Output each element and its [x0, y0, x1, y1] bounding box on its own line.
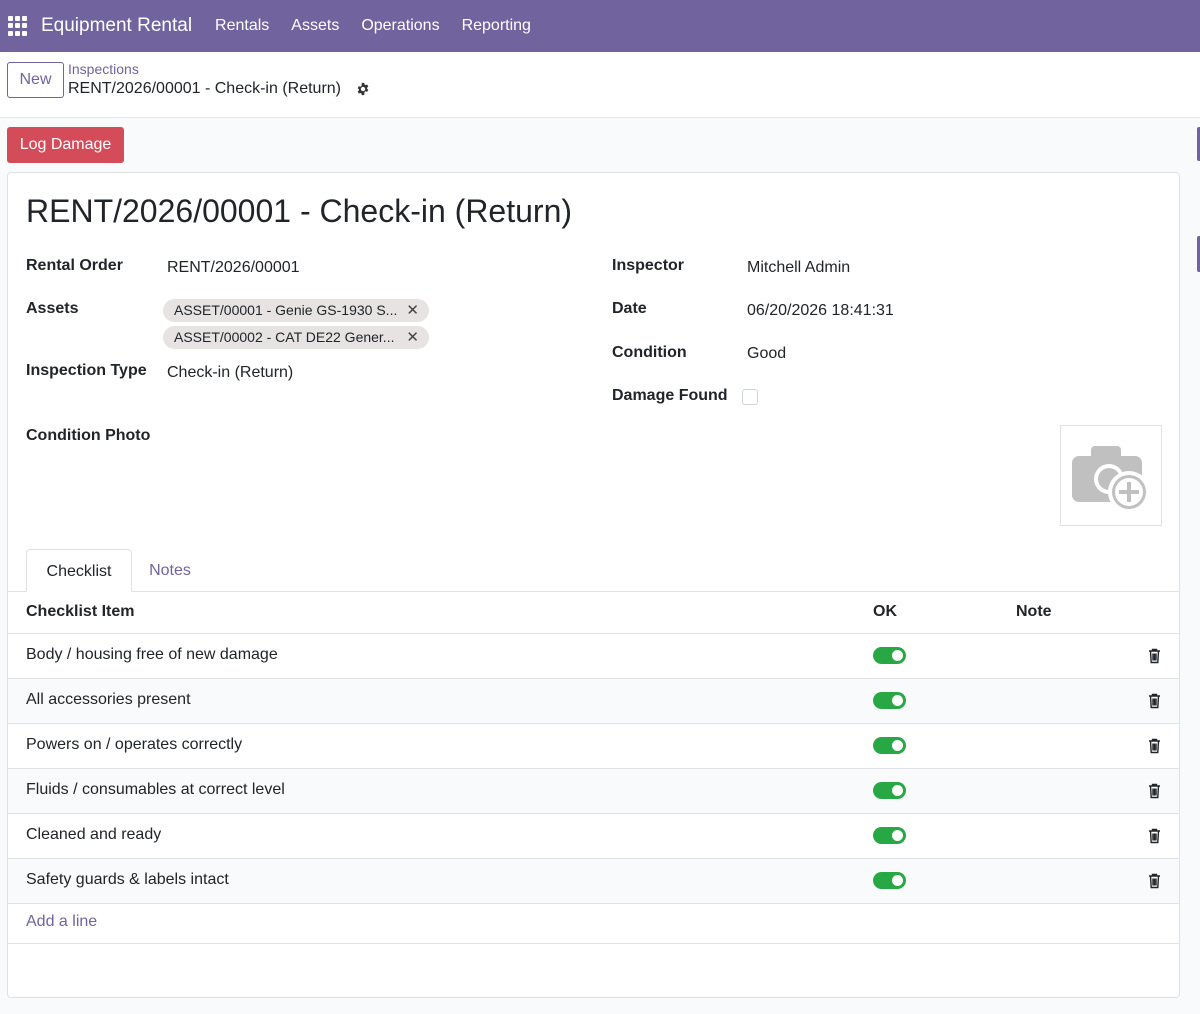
condition-label: Condition	[612, 344, 687, 361]
asset-tag[interactable]: ASSET/00002 - CAT DE22 Gener... ✕	[163, 326, 429, 349]
ok-toggle[interactable]	[873, 827, 906, 844]
trash-icon[interactable]	[1148, 873, 1161, 889]
app-grid-icon[interactable]	[8, 16, 28, 36]
column-header-note[interactable]: Note	[1016, 603, 1052, 621]
trash-icon[interactable]	[1148, 693, 1161, 709]
rental-order-label: Rental Order	[26, 257, 123, 274]
top-navbar: Equipment Rental Rentals Assets Operatio…	[0, 0, 1200, 52]
condition-photo-label: Condition Photo	[26, 427, 151, 444]
photo-upload[interactable]	[1060, 425, 1162, 526]
new-button[interactable]: New	[7, 62, 64, 98]
date-value[interactable]: 06/20/2026 18:41:31	[747, 302, 894, 320]
control-panel: New Inspections RENT/2026/00001 - Check-…	[0, 52, 1200, 118]
ok-toggle[interactable]	[873, 872, 906, 889]
menu-operations[interactable]: Operations	[350, 17, 450, 35]
rental-order-value[interactable]: RENT/2026/00001	[167, 259, 300, 277]
trash-icon[interactable]	[1148, 828, 1161, 844]
menu-assets[interactable]: Assets	[280, 17, 350, 35]
checklist-item-text[interactable]: Fluids / consumables at correct level	[26, 781, 285, 799]
inspection-type-label: Inspection Type	[26, 362, 147, 379]
asset-tag-label: ASSET/00002 - CAT DE22 Gener...	[174, 329, 395, 345]
asset-tag[interactable]: ASSET/00001 - Genie GS-1930 S... ✕	[163, 299, 429, 322]
app-brand[interactable]: Equipment Rental	[41, 15, 192, 37]
inspector-label: Inspector	[612, 257, 685, 274]
inspection-type-value[interactable]: Check-in (Return)	[167, 364, 293, 382]
remove-tag-icon[interactable]: ✕	[406, 299, 419, 322]
record-title: RENT/2026/00001 - Check-in (Return)	[26, 193, 573, 229]
table-row[interactable]: Body / housing free of new damage	[8, 634, 1179, 679]
breadcrumb-current: RENT/2026/00001 - Check-in (Return)	[68, 80, 342, 97]
checklist-item-text[interactable]: Body / housing free of new damage	[26, 646, 278, 664]
date-label: Date	[612, 300, 647, 317]
trash-icon[interactable]	[1148, 783, 1161, 799]
assets-label: Assets	[26, 300, 79, 317]
asset-tag-label: ASSET/00001 - Genie GS-1930 S...	[174, 302, 398, 318]
damage-found-label: Damage Found	[612, 387, 728, 404]
menu-reporting[interactable]: Reporting	[451, 17, 542, 35]
table-row[interactable]: All accessories present	[8, 679, 1179, 724]
add-line-link[interactable]: Add a line	[26, 913, 97, 931]
tab-checklist[interactable]: Checklist	[26, 549, 132, 592]
inspector-value[interactable]: Mitchell Admin	[747, 259, 850, 277]
trash-icon[interactable]	[1148, 648, 1161, 664]
ok-toggle[interactable]	[873, 782, 906, 799]
log-damage-button[interactable]: Log Damage	[7, 127, 124, 163]
checklist-item-text[interactable]: Powers on / operates correctly	[26, 736, 242, 754]
remove-tag-icon[interactable]: ✕	[406, 326, 419, 349]
table-row[interactable]: Cleaned and ready	[8, 814, 1179, 859]
column-header-ok[interactable]: OK	[873, 603, 897, 621]
add-line-row: Add a line	[8, 902, 1179, 944]
table-row[interactable]: Powers on / operates correctly	[8, 724, 1179, 769]
checklist-item-text[interactable]: Safety guards & labels intact	[26, 871, 229, 889]
tab-notes[interactable]: Notes	[136, 549, 204, 592]
breadcrumb-parent[interactable]: Inspections	[68, 61, 139, 77]
gear-icon[interactable]	[356, 82, 370, 96]
condition-value[interactable]: Good	[747, 345, 786, 363]
ok-toggle[interactable]	[873, 647, 906, 664]
table-row[interactable]: Safety guards & labels intact	[8, 859, 1179, 904]
ok-toggle[interactable]	[873, 692, 906, 709]
checklist-table-header: Checklist Item OK Note	[8, 592, 1179, 634]
checklist-item-text[interactable]: All accessories present	[26, 691, 191, 709]
form-sheet: RENT/2026/00001 - Check-in (Return) Rent…	[7, 172, 1180, 998]
checklist-item-text[interactable]: Cleaned and ready	[26, 826, 161, 844]
damage-found-checkbox[interactable]	[742, 389, 758, 405]
camera-add-icon	[1072, 446, 1150, 513]
column-header-item[interactable]: Checklist Item	[26, 603, 134, 621]
trash-icon[interactable]	[1148, 738, 1161, 754]
menu-rentals[interactable]: Rentals	[204, 17, 280, 35]
ok-toggle[interactable]	[873, 737, 906, 754]
table-row[interactable]: Fluids / consumables at correct level	[8, 769, 1179, 814]
